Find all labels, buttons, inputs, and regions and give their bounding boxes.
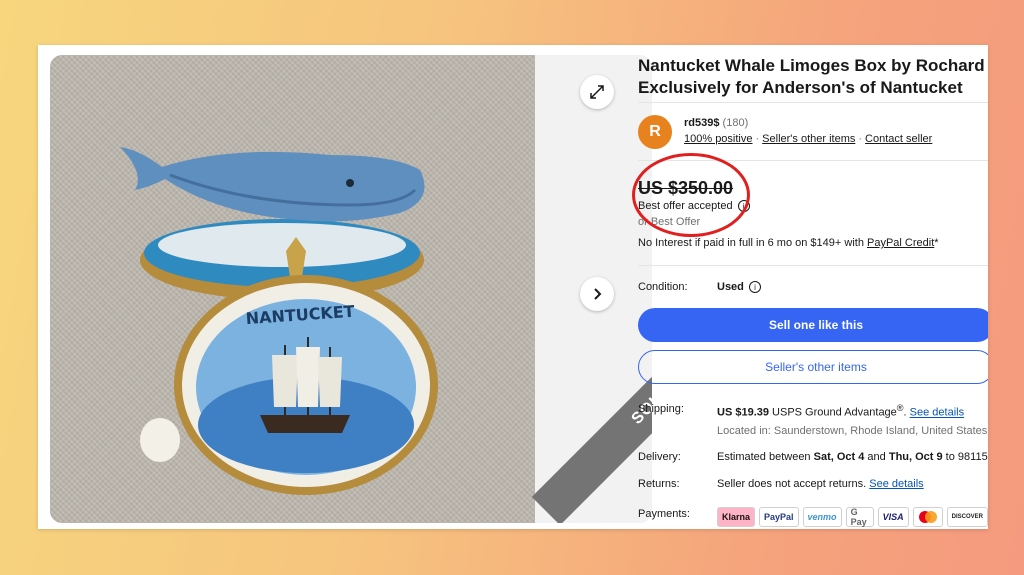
google-pay-logo: G Pay [845,507,874,527]
delivery-suffix: to 98115 [942,451,988,463]
sold-ribbon: SOLD [531,284,652,523]
financing-suffix: * [934,237,939,249]
financing-text: No Interest if paid in full in 6 mo on $… [638,237,867,249]
info-icon[interactable]: i [737,200,750,213]
condition-label: Condition: [638,281,688,293]
seller-name-row: rd539$ (180) [684,117,748,129]
offer-status-text: Best offer accepted [638,200,733,212]
sell-one-like-this-button[interactable]: Sell one like this [638,308,988,342]
delivery-end: Thu, Oct 9 [888,451,943,463]
paypal-logo: PayPal [759,507,799,527]
returns-text: Seller does not accept returns. [717,478,870,490]
shipping-value: US $19.39 USPS Ground Advantage®. See de… [717,403,965,419]
shipping-location-row: Located in: Saunderstown, Rhode Island, … [717,425,987,437]
positive-feedback-link[interactable]: 100% positive [684,133,753,145]
listing-window: NANTUCKET SOLD Nantucket Whale Limoges B… [38,45,988,529]
offer-status: Best offer accepted i [638,200,750,213]
contact-seller-link[interactable]: Contact seller [865,133,932,145]
chevron-right-icon[interactable] [580,277,614,311]
item-details-panel: Nantucket Whale Limoges Box by Rochard E… [632,45,988,529]
divider [638,160,988,161]
condition-value-row: Used i [717,281,761,294]
klarna-logo: Klarna [717,507,756,527]
payment-methods: Klarna PayPal venmo G Pay VISA DISCOVER [717,507,988,527]
seller-links: 100% positive · Seller's other items · Conta… [684,133,933,145]
divider [638,102,988,103]
divider [638,265,988,266]
seller-other-items-button[interactable]: Seller's other items [638,350,988,384]
condition-value: Used [717,281,744,293]
expand-icon[interactable] [580,75,614,109]
returns-label: Returns: [638,478,680,490]
returns-details-link[interactable]: See details [869,478,923,490]
item-title: Nantucket Whale Limoges Box by Rochard E… [638,56,985,97]
item-price: US $350.00 [638,178,734,198]
visa-logo: VISA [877,507,909,527]
venmo-logo: venmo [802,507,842,527]
info-icon[interactable]: i [748,281,761,294]
seller-avatar[interactable]: R [638,115,672,149]
payments-label: Payments: [638,508,690,520]
delivery-start: Sat, Oct 4 [813,451,865,463]
delivery-prefix: Estimated between [717,451,814,463]
financing-line: No Interest if paid in full in 6 mo on $… [638,237,939,249]
delivery-label: Delivery: [638,451,681,463]
delivery-value: Estimated between Sat, Oct 4 and Thu, Oc… [717,451,988,463]
product-photo[interactable]: NANTUCKET [50,55,535,523]
seller-other-items-link[interactable]: Seller's other items [762,133,855,145]
image-gallery: NANTUCKET SOLD [50,55,652,523]
returns-value: Seller does not accept returns. See deta… [717,478,924,490]
registered-mark: ® [896,403,904,413]
shipping-label: Shipping: [638,403,684,415]
paypal-credit-link[interactable]: PayPal Credit [867,237,934,249]
shipping-method: USPS Ground Advantage [772,406,897,419]
discover-logo: DISCOVER [946,507,988,527]
delivery-middle: and [864,451,889,463]
mastercard-logo [912,507,943,527]
or-best-offer: or Best Offer [638,216,701,228]
shipping-location: Located in: Saunderstown, Rhode Island, … [717,425,988,437]
shipping-details-link[interactable]: See details [910,407,964,419]
shipping-price: US $19.39 [717,406,769,419]
seller-name[interactable]: rd539$ [684,117,719,129]
feedback-count: (180) [722,117,749,129]
